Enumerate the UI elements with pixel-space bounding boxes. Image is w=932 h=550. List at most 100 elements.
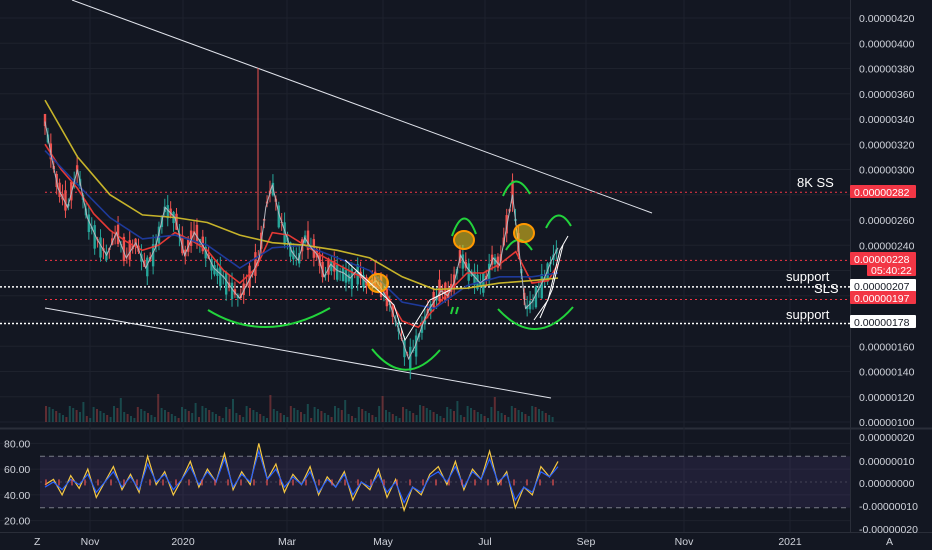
oscillator-right-tick: 0.00000020 xyxy=(859,432,915,444)
volume-bar xyxy=(252,410,255,422)
annotation-text[interactable]: support xyxy=(786,307,830,322)
tradingview-logo-icon[interactable]: Z xyxy=(34,536,41,548)
volume-bar xyxy=(490,407,493,422)
oscillator-hist xyxy=(448,479,450,486)
volume-bar xyxy=(334,406,336,422)
volume-bar xyxy=(313,407,316,422)
volume-bar xyxy=(303,414,306,422)
oscillator-hist xyxy=(474,479,476,486)
volume-bar xyxy=(211,412,214,422)
volume-bar xyxy=(92,407,95,422)
price-badge-text: 05:40:22 xyxy=(871,265,912,277)
volume-bar xyxy=(143,411,146,422)
volume-bar xyxy=(126,414,129,422)
volume-bar xyxy=(160,408,163,422)
volume-bar xyxy=(113,406,115,422)
volume-bar xyxy=(232,399,234,422)
volume-bar xyxy=(500,413,503,422)
highlight-circle[interactable] xyxy=(453,230,475,250)
volume-bar xyxy=(276,411,279,422)
volume-bar xyxy=(449,409,452,422)
oscillator-hist xyxy=(500,479,502,486)
volume-bar xyxy=(184,409,187,422)
oscillator-hist xyxy=(201,479,203,486)
oscillator-hist xyxy=(539,479,541,486)
volume-bar xyxy=(470,408,472,422)
candle-body xyxy=(344,270,348,283)
volume-bar xyxy=(534,407,537,422)
annotation-text[interactable]: 8K SS xyxy=(797,175,834,190)
y-tick-label: 0.00000380 xyxy=(859,64,915,76)
volume-bar xyxy=(123,412,126,422)
volume-bar xyxy=(157,394,160,422)
volume-bar xyxy=(187,411,190,422)
price-badge-text: 0.00000282 xyxy=(854,187,910,199)
oscillator-hist xyxy=(71,479,73,486)
volume-bar xyxy=(300,412,302,422)
y-tick-label: 0.00000140 xyxy=(859,367,915,379)
volume-bar xyxy=(517,410,520,422)
volume-bar xyxy=(68,406,71,422)
volume-bar xyxy=(473,410,476,422)
y-tick-label: 0.00000240 xyxy=(859,240,915,252)
volume-bar xyxy=(351,416,353,422)
volume-bar xyxy=(453,411,455,422)
volume-bar xyxy=(272,409,275,422)
volume-bar xyxy=(323,413,326,422)
auto-scale-icon[interactable]: A xyxy=(886,536,893,548)
volume-bar xyxy=(368,413,370,422)
oscillator-hist xyxy=(227,479,229,486)
volume-bar xyxy=(204,408,207,422)
volume-bar xyxy=(177,418,180,422)
volume-bar xyxy=(266,418,268,422)
volume-bar xyxy=(296,410,299,422)
volume-bar xyxy=(483,416,486,422)
oscillator-hist xyxy=(123,479,125,486)
y-tick-label: 0.00000120 xyxy=(859,392,915,404)
volume-bar xyxy=(293,408,296,422)
volume-bar xyxy=(51,409,54,422)
highlight-circle[interactable] xyxy=(367,273,389,293)
price-badge-text: 0.00000178 xyxy=(854,317,910,329)
oscillator-hist xyxy=(266,479,268,486)
volume-bar xyxy=(385,410,387,422)
volume-bar xyxy=(510,406,513,422)
y-tick-label: 0.00000320 xyxy=(859,139,915,151)
volume-bar xyxy=(538,409,540,422)
volume-bar xyxy=(446,407,449,422)
volume-bar xyxy=(99,411,102,422)
candle-body xyxy=(341,267,345,282)
volume-bar xyxy=(75,410,78,422)
volume-bar xyxy=(106,415,109,422)
oscillator-right-tick: -0.00000020 xyxy=(859,524,918,536)
volume-bar xyxy=(476,412,479,422)
volume-bar xyxy=(235,413,238,422)
volume-bar xyxy=(415,415,418,422)
oscillator-right-tick: 0.00000000 xyxy=(859,478,915,490)
oscillator-hist xyxy=(149,479,151,486)
y-tick-label: 0.00000400 xyxy=(859,38,915,50)
volume-bar xyxy=(116,408,119,422)
oscillator-hist xyxy=(253,479,255,486)
oscillator-hist xyxy=(58,479,60,486)
volume-bar xyxy=(201,406,204,422)
volume-bar xyxy=(412,413,415,422)
volume-bar xyxy=(354,418,357,422)
volume-bar xyxy=(249,408,251,422)
volume-bar xyxy=(130,416,132,422)
x-tick-label: Nov xyxy=(81,536,100,548)
volume-bar xyxy=(327,415,330,422)
volume-bar xyxy=(245,406,248,422)
volume-bar xyxy=(398,418,401,422)
chart-canvas[interactable]: 0.00000420 0.00000400 0.00000380 0.00000360… xyxy=(0,0,932,550)
y-tick-label: 0.00000420 xyxy=(859,13,915,25)
volume-bar xyxy=(378,406,381,422)
annotation-text[interactable]: SLS xyxy=(814,281,839,296)
volume-bar xyxy=(361,409,364,422)
volume-bar xyxy=(96,409,98,422)
volume-bar xyxy=(286,417,289,422)
volume-bar xyxy=(487,418,489,422)
x-tick-label: May xyxy=(373,536,394,548)
highlight-circle[interactable] xyxy=(513,223,535,243)
oscillator-hist xyxy=(240,479,242,486)
